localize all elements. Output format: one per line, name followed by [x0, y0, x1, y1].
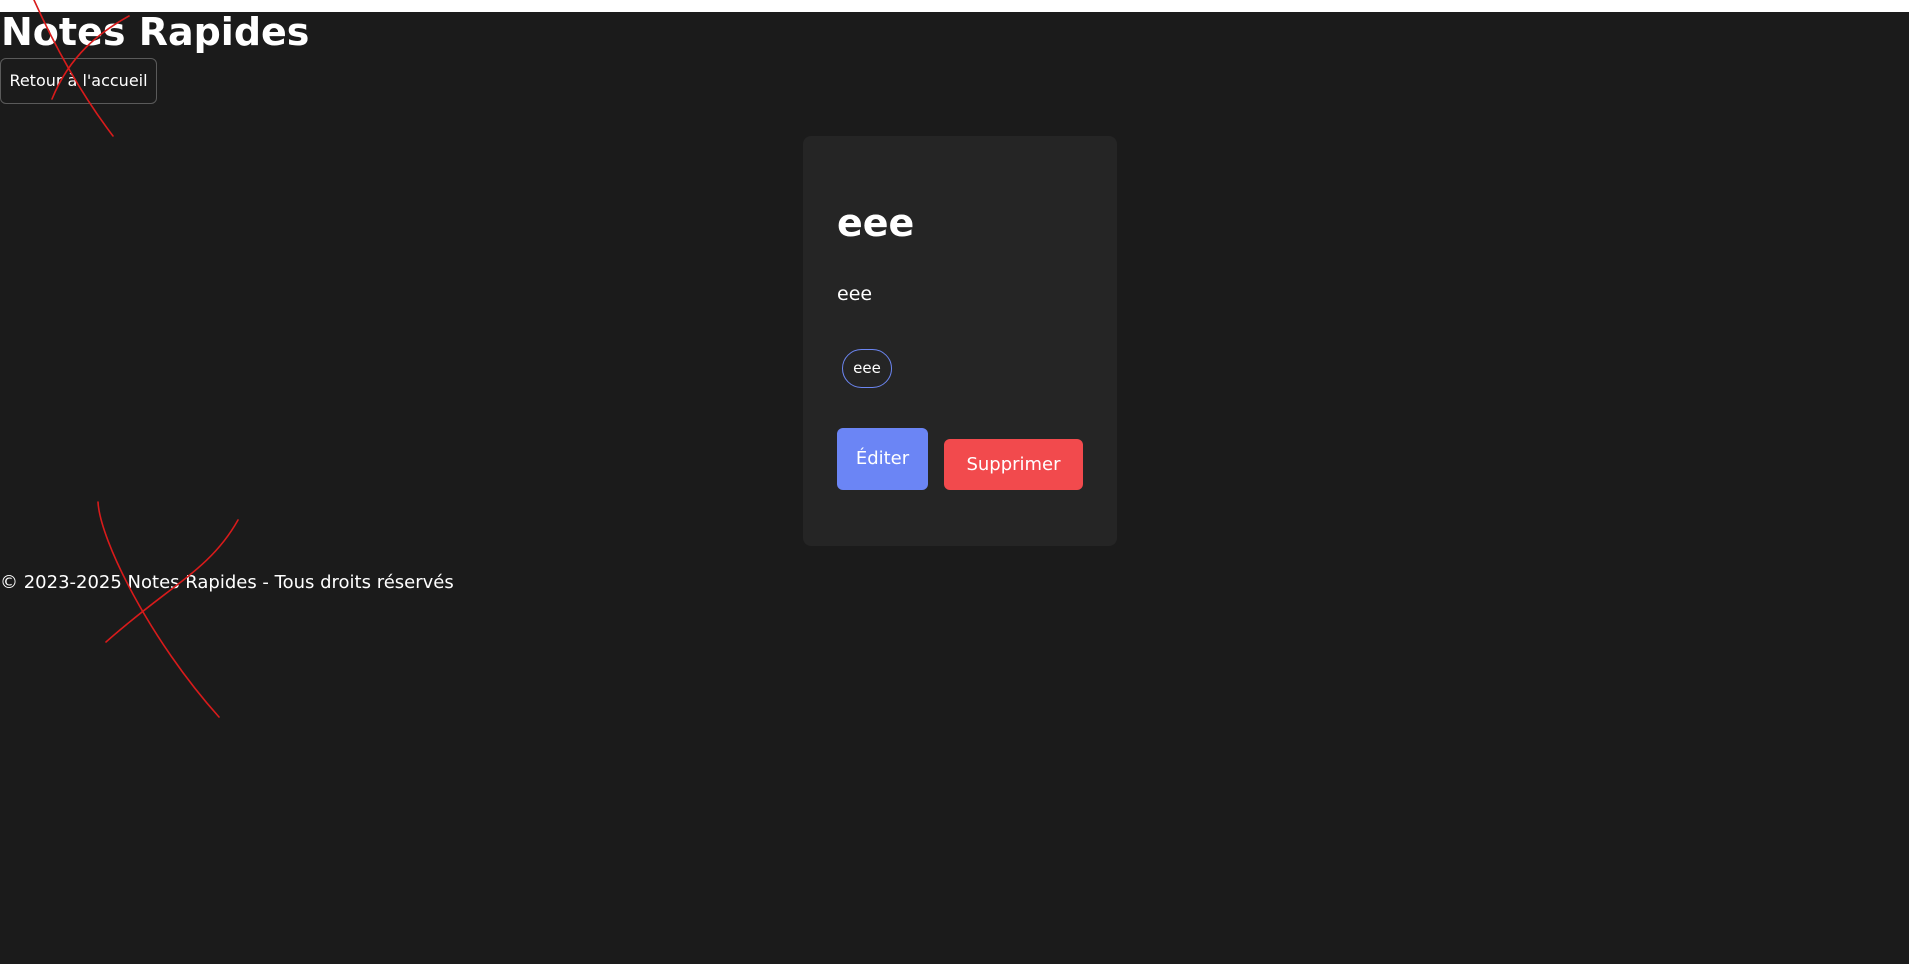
annotation-stroke-bottom-1	[97, 501, 220, 718]
note-card: eee eee eee Éditer Supprimer	[803, 136, 1117, 546]
page: Notes Rapides Retour à l'accueil eee eee…	[0, 0, 1909, 964]
note-title: eee	[837, 201, 915, 245]
note-tag[interactable]: eee	[842, 349, 892, 388]
edit-button[interactable]: Éditer	[837, 428, 928, 490]
site-title: Notes Rapides	[1, 10, 310, 54]
footer-copyright: © 2023-2025 Notes Rapides - Tous droits …	[0, 572, 454, 593]
back-home-button[interactable]: Retour à l'accueil	[0, 58, 157, 104]
delete-button[interactable]: Supprimer	[944, 439, 1083, 490]
note-content: eee	[837, 283, 873, 305]
